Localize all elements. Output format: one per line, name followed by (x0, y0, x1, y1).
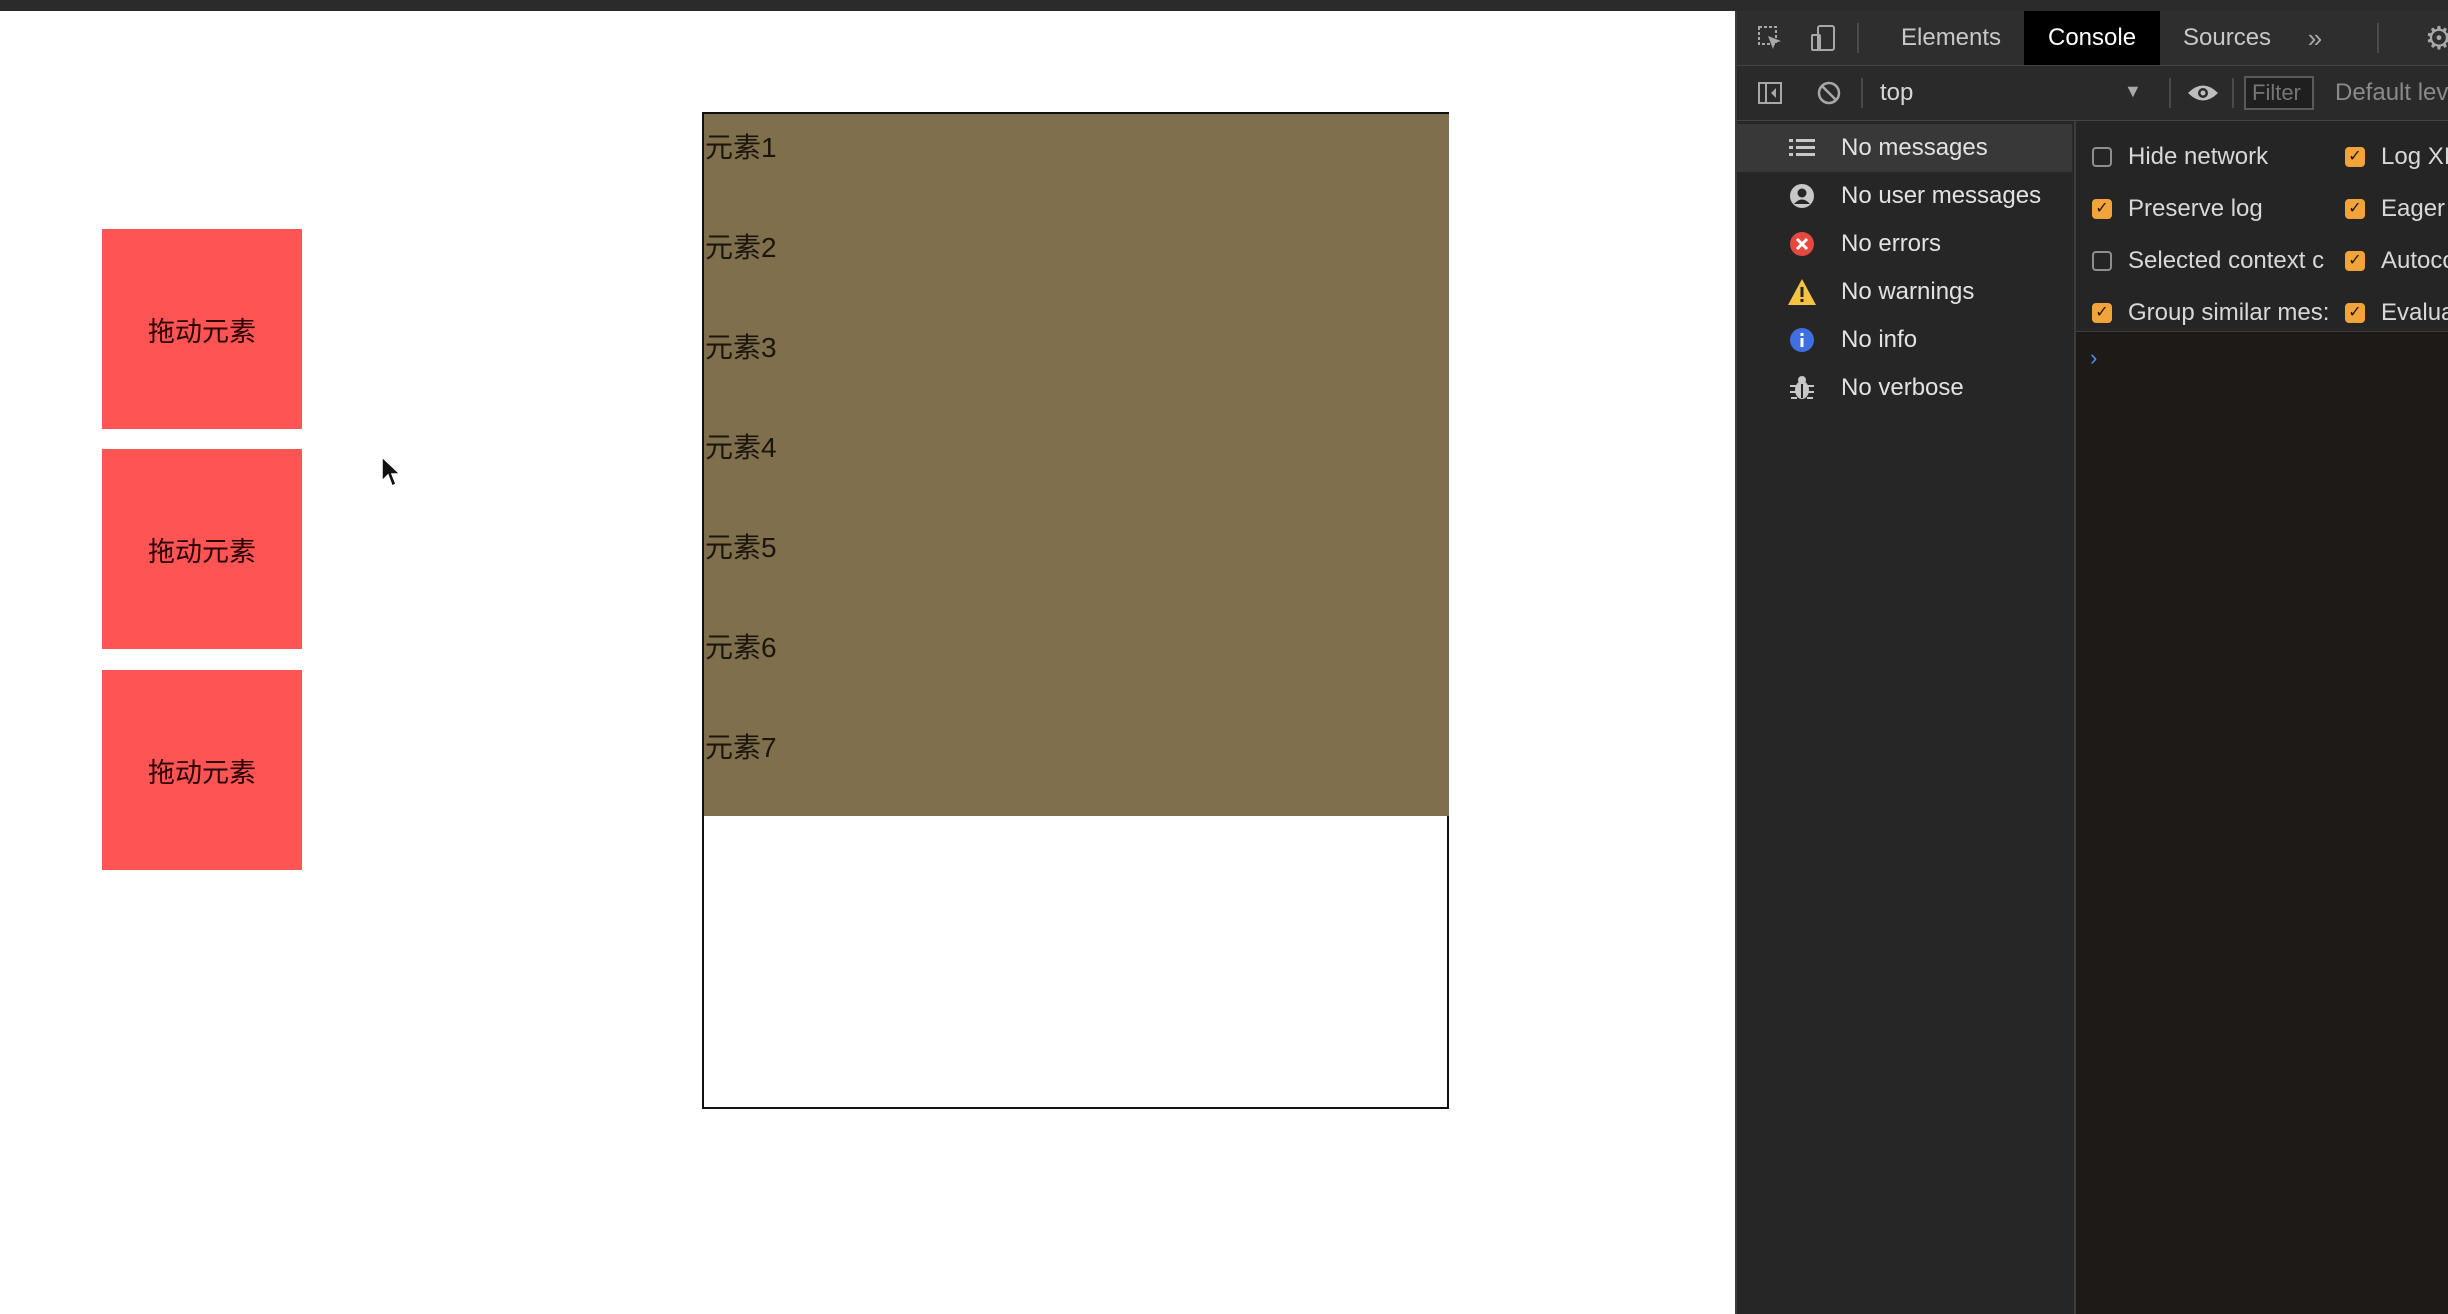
context-selector[interactable]: top (1880, 66, 1913, 120)
log-xhr-checkbox[interactable]: Log XI (2345, 137, 2448, 177)
group-similar-checkbox[interactable]: Group similar mes: (2092, 293, 2329, 333)
gear-icon[interactable]: ⚙ (2422, 20, 2448, 56)
sidebar-item-label: No info (1841, 326, 1918, 353)
page-viewport: 拖动元素 拖动元素 拖动元素 元素1 元素2 元素3 元素4 元素5 元素6 元… (0, 11, 1735, 1314)
tab-sources[interactable]: Sources (2159, 11, 2295, 65)
user-icon (1787, 181, 1817, 211)
live-expression-eye-icon[interactable] (2183, 76, 2223, 110)
bug-icon (1787, 373, 1817, 403)
eager-eval-checkbox[interactable]: Eager (2345, 189, 2445, 229)
list-item[interactable]: 元素3 (705, 328, 777, 368)
option-label: Group similar mes: (2128, 299, 2330, 326)
error-icon (1787, 229, 1817, 259)
console-settings: Hide network Preserve log Selected conte… (2076, 121, 2448, 332)
checkbox[interactable] (2345, 147, 2365, 167)
sidebar-item-messages[interactable]: No messages (1737, 124, 2072, 172)
clear-console-icon[interactable] (1814, 78, 1844, 108)
devtools-panel: Elements Console Sources » ⚙ top ▼ Defau… (1735, 11, 2448, 1314)
option-label: Hide network (2128, 143, 2269, 170)
drop-zone[interactable]: 元素1 元素2 元素3 元素4 元素5 元素6 元素7 (702, 112, 1449, 1109)
list-item[interactable]: 元素2 (705, 228, 777, 268)
list-icon (1787, 133, 1817, 163)
sidebar-toggle-icon[interactable] (1755, 78, 1785, 108)
devtools-tab-bar: Elements Console Sources » ⚙ (1737, 11, 2448, 66)
option-label: Preserve log (2128, 195, 2263, 222)
inspect-element-icon[interactable] (1755, 23, 1785, 53)
option-label: Selected context c (2128, 247, 2325, 274)
option-label: Log XI (2381, 143, 2448, 170)
drag-element-label: 拖动元素 (148, 757, 256, 788)
dropdown-arrow-icon[interactable]: ▼ (2124, 81, 2142, 102)
toolbar-divider (2377, 23, 2379, 53)
sidebar-item-user-messages[interactable]: No user messages (1737, 172, 2072, 220)
drag-element[interactable]: 拖动元素 (102, 670, 302, 870)
list-container: 元素1 元素2 元素3 元素4 元素5 元素6 元素7 (704, 114, 1449, 816)
drag-element[interactable]: 拖动元素 (102, 449, 302, 649)
device-toolbar-icon[interactable] (1808, 23, 1838, 53)
drag-element-label: 拖动元素 (148, 536, 256, 567)
autocomplete-checkbox[interactable]: Autoco (2345, 241, 2448, 281)
sidebar-item-label: No warnings (1841, 278, 1975, 305)
sidebar-item-label: No errors (1841, 230, 1942, 257)
list-item[interactable]: 元素5 (705, 528, 777, 568)
hide-network-checkbox[interactable]: Hide network (2092, 137, 2268, 177)
drag-element-label: 拖动元素 (148, 316, 256, 347)
list-item[interactable]: 元素6 (705, 628, 777, 668)
mouse-cursor-icon (381, 456, 402, 488)
warning-icon (1787, 277, 1817, 307)
tab-console[interactable]: Console (2024, 11, 2161, 65)
console-main: Hide network Preserve log Selected conte… (2076, 121, 2448, 1314)
toolbar-divider (2169, 78, 2171, 108)
console-sidebar: No messages No user messages No errors N… (1737, 121, 2076, 1314)
console-toolbar: top ▼ Default lev (1737, 66, 2448, 121)
toolbar-divider (2232, 78, 2234, 108)
checkbox[interactable] (2092, 147, 2112, 167)
checkbox[interactable] (2092, 251, 2112, 271)
filter-input[interactable] (2244, 76, 2314, 110)
checkbox[interactable] (2345, 199, 2365, 219)
option-label: Evalua (2381, 299, 2448, 326)
option-label: Autoco (2381, 247, 2448, 274)
drag-element[interactable]: 拖动元素 (102, 229, 302, 429)
console-prompt-icon[interactable]: › (2090, 345, 2097, 371)
list-item[interactable]: 元素4 (705, 428, 777, 468)
toolbar-divider (1857, 23, 1859, 53)
sidebar-item-label: No messages (1841, 134, 1988, 161)
list-item[interactable]: 元素1 (705, 128, 777, 168)
checkbox[interactable] (2092, 199, 2112, 219)
sidebar-item-info[interactable]: No info (1737, 316, 2072, 364)
checkbox[interactable] (2345, 303, 2365, 323)
chevron-double-right-icon[interactable]: » (2300, 23, 2330, 53)
sidebar-item-label: No user messages (1841, 182, 2042, 209)
option-label: Eager (2381, 195, 2446, 222)
evaluate-triggers-checkbox[interactable]: Evalua (2345, 293, 2448, 333)
sidebar-item-label: No verbose (1841, 374, 1964, 401)
checkbox[interactable] (2345, 251, 2365, 271)
checkbox[interactable] (2092, 303, 2112, 323)
log-levels-dropdown[interactable]: Default lev (2335, 66, 2448, 120)
sidebar-item-errors[interactable]: No errors (1737, 220, 2072, 268)
toolbar-divider (1861, 78, 1863, 108)
sidebar-item-verbose[interactable]: No verbose (1737, 364, 2072, 412)
preserve-log-checkbox[interactable]: Preserve log (2092, 189, 2263, 229)
list-item[interactable]: 元素7 (705, 728, 777, 768)
selected-context-checkbox[interactable]: Selected context c (2092, 241, 2324, 281)
browser-top-bar (0, 0, 2448, 11)
sidebar-item-warnings[interactable]: No warnings (1737, 268, 2072, 316)
tab-elements[interactable]: Elements (1877, 11, 2025, 65)
info-icon (1787, 325, 1817, 355)
